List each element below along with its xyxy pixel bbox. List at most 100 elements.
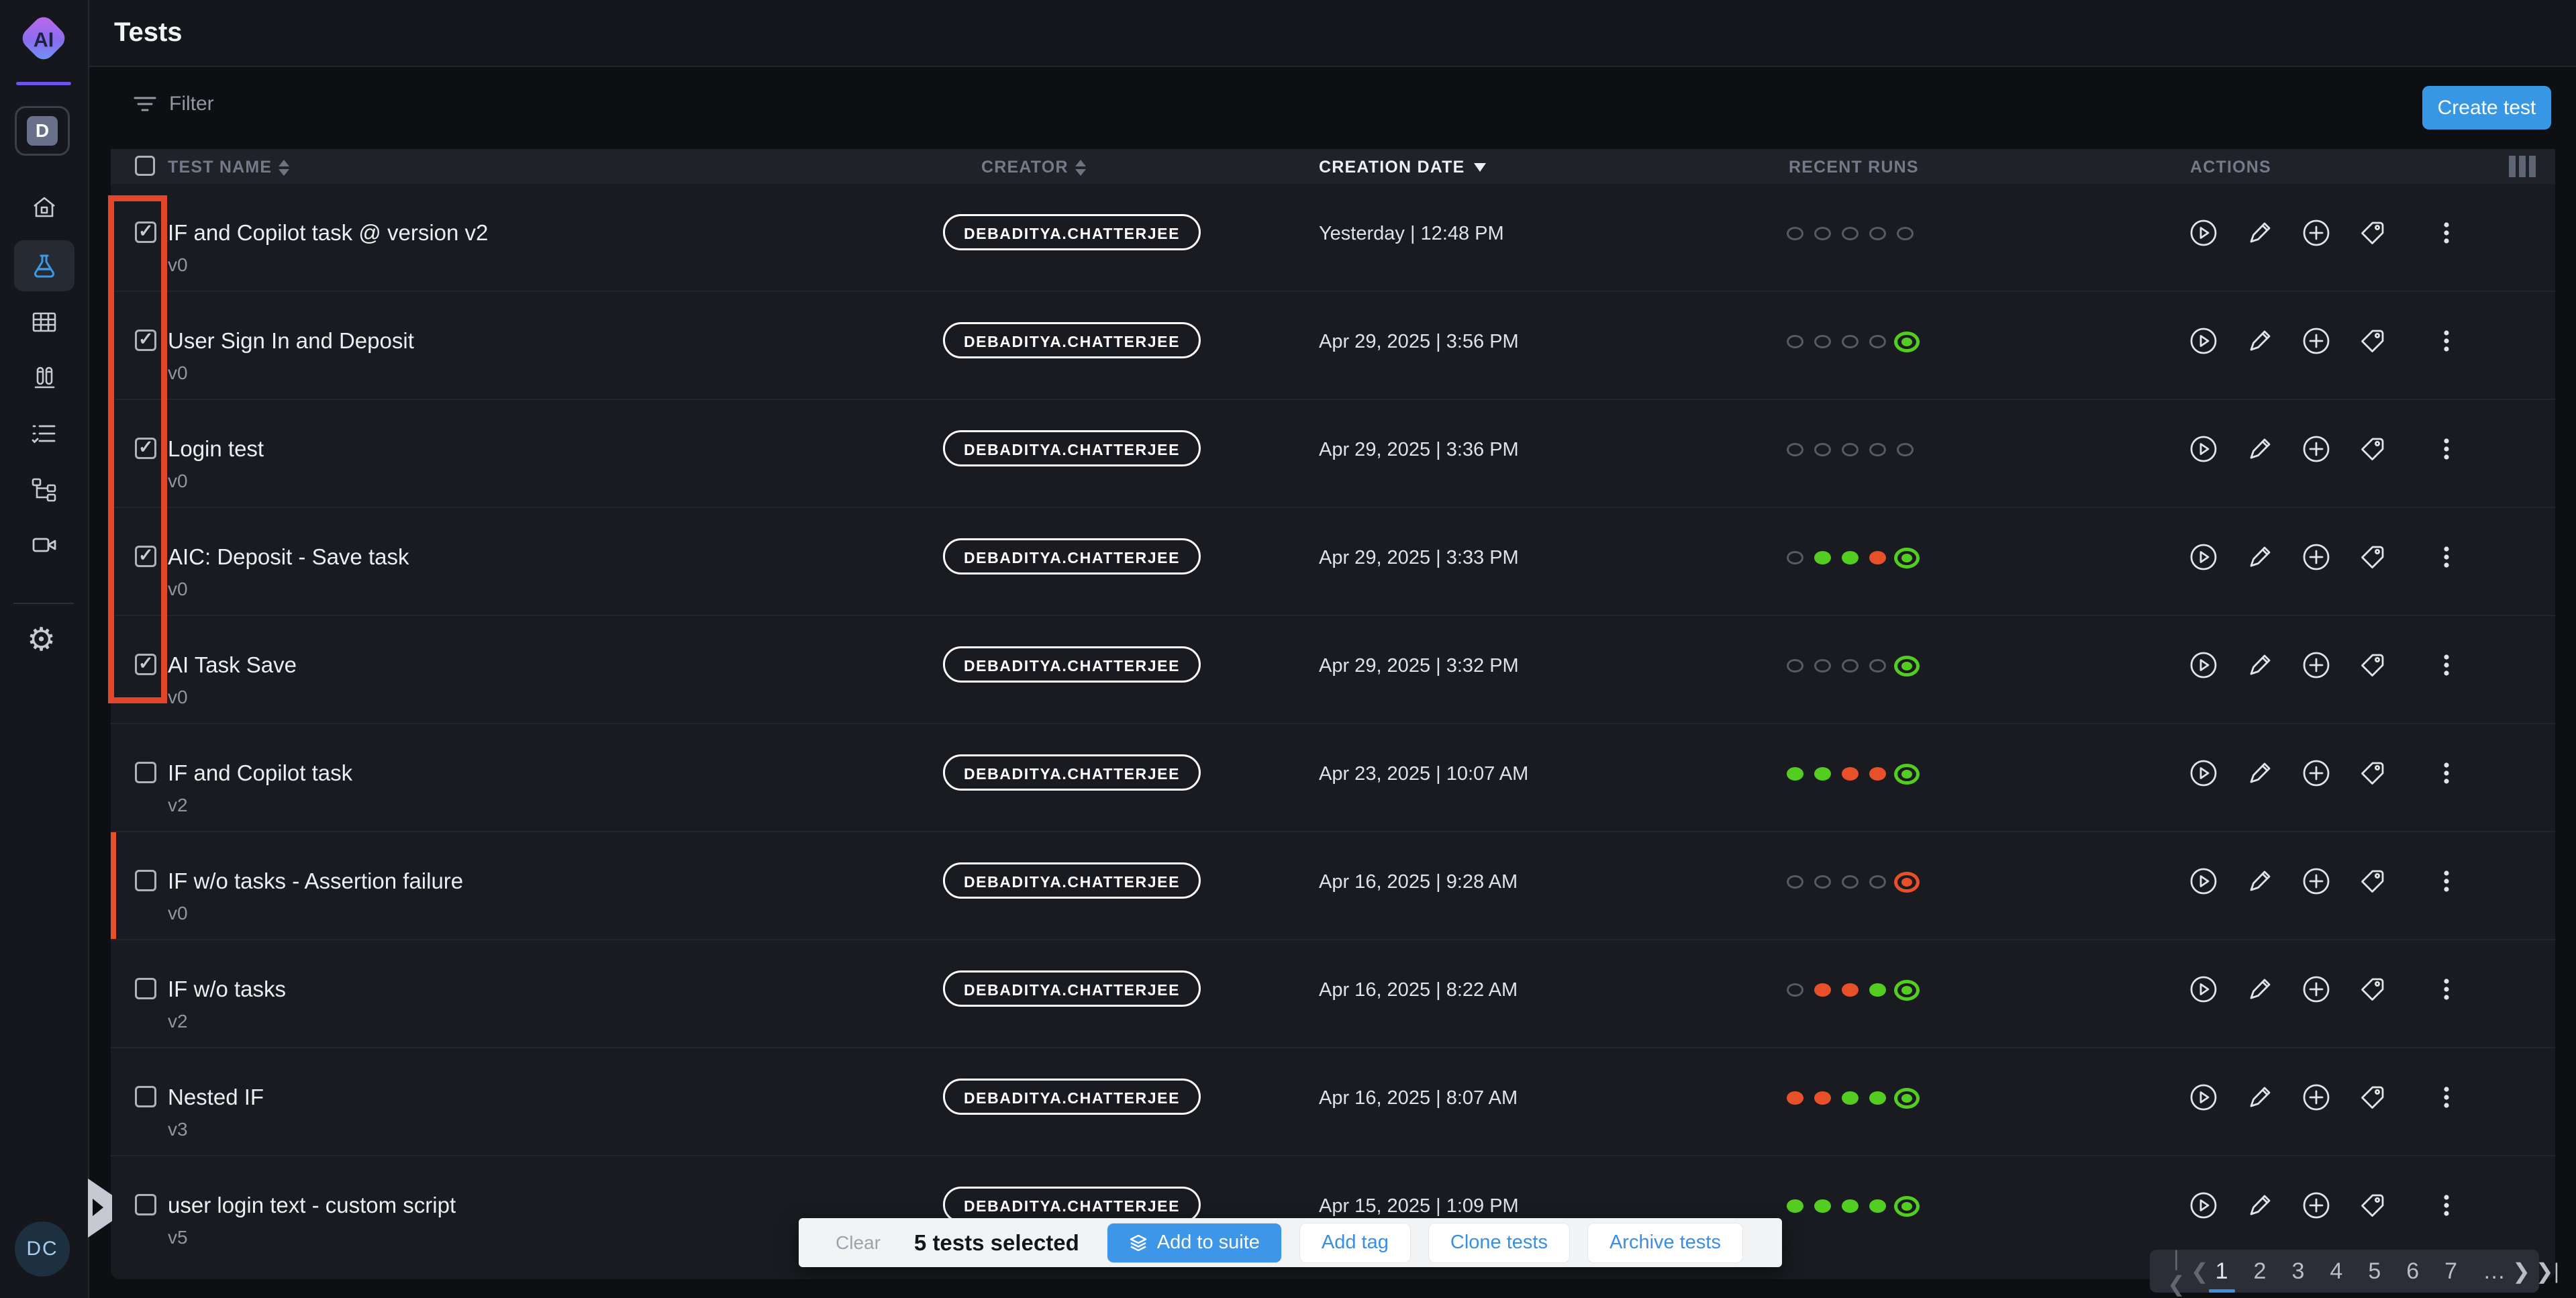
more-actions-icon[interactable] bbox=[2432, 1191, 2461, 1220]
run-test-button[interactable] bbox=[2189, 1191, 2218, 1220]
sidebar-item-tests[interactable] bbox=[14, 240, 75, 291]
recent-runs[interactable] bbox=[1787, 438, 1914, 461]
tag-button[interactable] bbox=[2358, 326, 2387, 356]
recent-runs[interactable] bbox=[1787, 546, 1917, 569]
page-number[interactable]: 4 bbox=[2326, 1256, 2346, 1287]
test-tubes-icon[interactable] bbox=[30, 364, 58, 392]
edit-test-button[interactable] bbox=[2245, 542, 2275, 572]
recent-runs[interactable] bbox=[1787, 870, 1917, 893]
page-number[interactable]: 7 bbox=[2440, 1256, 2461, 1287]
edit-test-button[interactable] bbox=[2245, 1191, 2275, 1220]
run-test-button[interactable] bbox=[2189, 542, 2218, 572]
recent-runs[interactable] bbox=[1787, 1195, 1917, 1217]
data-table-icon[interactable] bbox=[30, 308, 58, 336]
tag-button[interactable] bbox=[2358, 218, 2387, 248]
columns-settings-icon[interactable] bbox=[2509, 156, 2536, 177]
row-checkbox[interactable] bbox=[135, 870, 156, 891]
run-test-button[interactable] bbox=[2189, 866, 2218, 896]
row-checkbox[interactable] bbox=[135, 221, 156, 243]
column-creator[interactable]: CREATOR bbox=[981, 158, 1086, 177]
test-name[interactable]: user login text - custom script bbox=[168, 1193, 456, 1218]
add-to-suite-button[interactable] bbox=[2301, 542, 2331, 572]
recent-runs[interactable] bbox=[1787, 1087, 1917, 1109]
tag-button[interactable] bbox=[2358, 650, 2387, 680]
add-to-suite-button[interactable] bbox=[2301, 650, 2331, 680]
settings-icon[interactable]: ⚙ bbox=[27, 624, 56, 656]
add-to-suite-button[interactable] bbox=[2301, 866, 2331, 896]
more-actions-icon[interactable] bbox=[2432, 434, 2461, 464]
edit-test-button[interactable] bbox=[2245, 434, 2275, 464]
add-to-suite-button[interactable] bbox=[2301, 1191, 2331, 1220]
test-name[interactable]: Nested IF bbox=[168, 1085, 264, 1110]
row-checkbox[interactable] bbox=[135, 1194, 156, 1215]
test-name[interactable]: Login test bbox=[168, 436, 264, 462]
page-number[interactable]: 5 bbox=[2364, 1256, 2385, 1287]
recent-runs[interactable] bbox=[1787, 654, 1917, 677]
row-checkbox[interactable] bbox=[135, 978, 156, 999]
last-page-button[interactable]: ❯| bbox=[2533, 1258, 2562, 1284]
row-checkbox[interactable] bbox=[135, 654, 156, 675]
add-to-suite-bulk-button[interactable]: Add to suite bbox=[1107, 1224, 1281, 1262]
home-icon[interactable] bbox=[30, 194, 58, 222]
add-to-suite-button[interactable] bbox=[2301, 326, 2331, 356]
row-checkbox[interactable] bbox=[135, 330, 156, 351]
page-number[interactable]: 3 bbox=[2287, 1256, 2308, 1287]
add-to-suite-button[interactable] bbox=[2301, 975, 2331, 1004]
edit-test-button[interactable] bbox=[2245, 758, 2275, 788]
row-checkbox[interactable] bbox=[135, 762, 156, 783]
prev-page-button[interactable]: ❮ bbox=[2188, 1258, 2212, 1284]
workflow-tree-icon[interactable] bbox=[30, 475, 58, 503]
tag-button[interactable] bbox=[2358, 866, 2387, 896]
tag-button[interactable] bbox=[2358, 542, 2387, 572]
tag-button[interactable] bbox=[2358, 758, 2387, 788]
add-to-suite-button[interactable] bbox=[2301, 218, 2331, 248]
run-test-button[interactable] bbox=[2189, 758, 2218, 788]
more-actions-icon[interactable] bbox=[2432, 758, 2461, 788]
column-test-name[interactable]: TEST NAME bbox=[168, 158, 289, 177]
more-actions-icon[interactable] bbox=[2432, 866, 2461, 896]
recordings-icon[interactable] bbox=[30, 531, 58, 559]
clear-selection-button[interactable]: Clear bbox=[836, 1232, 881, 1254]
archive-tests-button[interactable]: Archive tests bbox=[1588, 1224, 1742, 1262]
select-all-checkbox[interactable] bbox=[135, 156, 155, 176]
test-name[interactable]: AIC: Deposit - Save task bbox=[168, 544, 409, 570]
run-test-button[interactable] bbox=[2189, 326, 2218, 356]
user-avatar[interactable]: DC bbox=[15, 1221, 70, 1277]
recent-runs[interactable] bbox=[1787, 762, 1917, 785]
more-actions-icon[interactable] bbox=[2432, 326, 2461, 356]
test-name[interactable]: IF and Copilot task bbox=[168, 760, 352, 786]
create-test-button[interactable]: Create test bbox=[2422, 86, 2551, 130]
page-number[interactable]: 6 bbox=[2402, 1256, 2423, 1287]
row-checkbox[interactable] bbox=[135, 438, 156, 459]
add-to-suite-button[interactable] bbox=[2301, 434, 2331, 464]
recent-runs[interactable] bbox=[1787, 979, 1917, 1001]
tag-button[interactable] bbox=[2358, 975, 2387, 1004]
sidebar-expand-handle[interactable] bbox=[88, 1179, 112, 1238]
more-actions-icon[interactable] bbox=[2432, 218, 2461, 248]
edit-test-button[interactable] bbox=[2245, 975, 2275, 1004]
edit-test-button[interactable] bbox=[2245, 866, 2275, 896]
page-number[interactable]: 1 bbox=[2212, 1256, 2232, 1287]
more-actions-icon[interactable] bbox=[2432, 650, 2461, 680]
test-name[interactable]: IF and Copilot task @ version v2 bbox=[168, 220, 488, 246]
filter-button[interactable]: Filter bbox=[133, 93, 214, 115]
more-actions-icon[interactable] bbox=[2432, 975, 2461, 1004]
next-page-button[interactable]: ❯ bbox=[2510, 1258, 2533, 1284]
recent-runs[interactable] bbox=[1787, 330, 1917, 353]
edit-test-button[interactable] bbox=[2245, 1083, 2275, 1112]
workspace-switcher[interactable]: D bbox=[15, 106, 70, 156]
first-page-button[interactable]: |❮ bbox=[2165, 1246, 2188, 1297]
add-tag-button[interactable]: Add tag bbox=[1300, 1224, 1410, 1262]
add-to-suite-button[interactable] bbox=[2301, 758, 2331, 788]
test-name[interactable]: IF w/o tasks bbox=[168, 977, 286, 1002]
more-actions-icon[interactable] bbox=[2432, 542, 2461, 572]
column-creation-date[interactable]: CREATION DATE bbox=[1319, 158, 1486, 177]
run-test-button[interactable] bbox=[2189, 650, 2218, 680]
row-checkbox[interactable] bbox=[135, 1086, 156, 1107]
run-test-button[interactable] bbox=[2189, 218, 2218, 248]
add-to-suite-button[interactable] bbox=[2301, 1083, 2331, 1112]
page-number[interactable]: 2 bbox=[2250, 1256, 2271, 1287]
checklist-icon[interactable] bbox=[30, 419, 58, 448]
clone-tests-button[interactable]: Clone tests bbox=[1429, 1224, 1569, 1262]
run-test-button[interactable] bbox=[2189, 975, 2218, 1004]
